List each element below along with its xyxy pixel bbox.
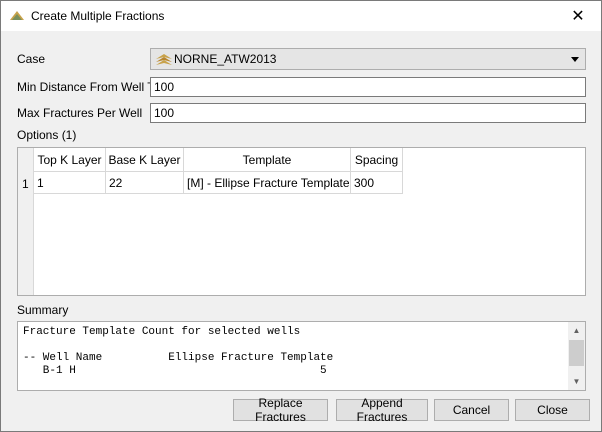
summary-line: B-1 H 5 xyxy=(23,365,327,377)
summary-text-area[interactable]: Fracture Template Count for selected wel… xyxy=(17,321,586,391)
column-header-template[interactable]: Template xyxy=(184,148,351,172)
min-distance-label: Min Distance From Well TD xyxy=(17,80,164,94)
cell-top-k[interactable]: 1 xyxy=(34,172,106,194)
chevron-down-icon xyxy=(571,57,579,62)
create-multiple-fractions-dialog: Create Multiple Fractions ✕ Case NORNE_A… xyxy=(0,0,602,432)
close-button[interactable]: Close xyxy=(515,399,590,421)
case-label: Case xyxy=(17,52,46,66)
cell-spacing[interactable]: 300 xyxy=(351,172,403,194)
options-table[interactable]: Top K Layer Base K Layer Template Spacin… xyxy=(17,147,586,296)
column-header-spacing[interactable]: Spacing xyxy=(351,148,403,172)
column-header-top-k[interactable]: Top K Layer xyxy=(34,148,106,172)
fracture-app-icon xyxy=(10,11,24,20)
scroll-thumb[interactable] xyxy=(569,340,584,366)
case-selected-value: NORNE_ATW2013 xyxy=(174,52,277,66)
close-window-icon[interactable]: ✕ xyxy=(555,1,601,30)
summary-scrollbar[interactable]: ▲ ▼ xyxy=(568,322,585,390)
summary-line: -- Well Name Ellipse Fracture Template xyxy=(23,352,334,364)
row-header-column xyxy=(18,148,34,295)
max-fractures-input[interactable]: 100 xyxy=(150,103,586,123)
cell-base-k[interactable]: 22 xyxy=(106,172,184,194)
min-distance-input[interactable]: 100 xyxy=(150,77,586,97)
window-title: Create Multiple Fractions xyxy=(31,9,165,23)
eclipse-case-icon xyxy=(156,54,172,65)
scroll-up-arrow-icon[interactable]: ▲ xyxy=(568,322,585,339)
append-fractures-button[interactable]: Append Fractures xyxy=(336,396,428,424)
cancel-button[interactable]: Cancel xyxy=(434,399,509,421)
options-label: Options (1) xyxy=(17,128,77,142)
summary-line xyxy=(23,339,333,352)
replace-fractures-button[interactable]: Replace Fractures xyxy=(233,396,328,424)
scroll-down-arrow-icon[interactable]: ▼ xyxy=(568,373,585,390)
case-dropdown[interactable]: NORNE_ATW2013 xyxy=(150,48,586,70)
summary-content: Fracture Template Count for selected wel… xyxy=(23,326,333,378)
max-fractures-label: Max Fractures Per Well xyxy=(17,106,143,120)
row-number[interactable]: 1 xyxy=(22,177,29,191)
summary-label: Summary xyxy=(17,303,69,317)
cell-template[interactable]: [M] - Ellipse Fracture Template xyxy=(184,172,351,194)
summary-line: Fracture Template Count for selected wel… xyxy=(23,326,301,338)
title-bar: Create Multiple Fractions ✕ xyxy=(1,1,601,31)
column-header-base-k[interactable]: Base K Layer xyxy=(106,148,184,172)
